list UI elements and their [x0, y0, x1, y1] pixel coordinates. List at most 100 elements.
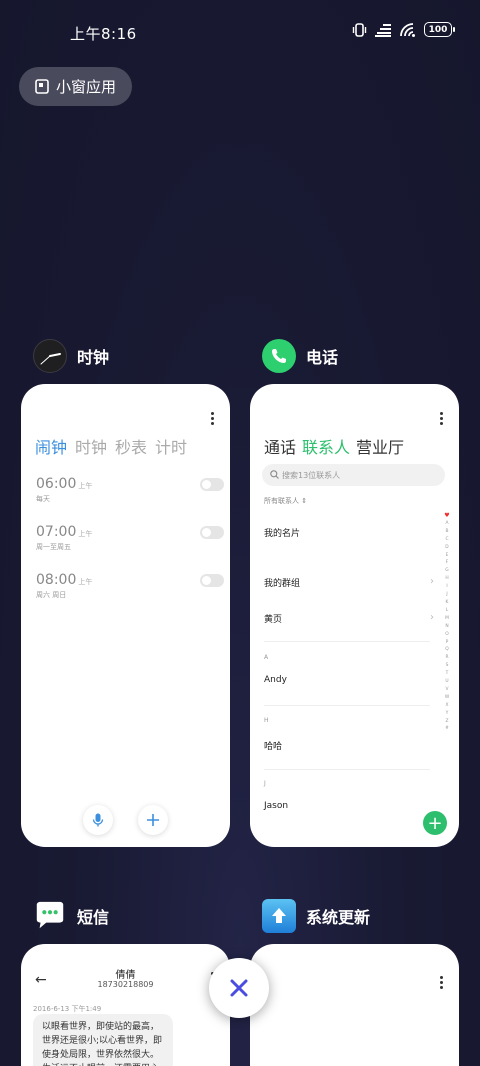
alarm-item[interactable]: 07:00 上午 周一至周五: [36, 521, 224, 557]
contact-item[interactable]: Jason: [264, 801, 430, 811]
alphabet-index[interactable]: ♥ A B C D E F G H I J K L M N O P Q R S T U V W X Y Z #: [443, 512, 451, 733]
my-groups-label: 我的群组: [264, 579, 301, 589]
alarm-toggle[interactable]: [200, 478, 224, 491]
sms-app-card[interactable]: ← 倩倩 18730218809 2016-6-13 下午1:49 以眼看世界，…: [21, 944, 230, 1066]
tab-alarm[interactable]: 闹钟: [35, 434, 67, 458]
plus-icon: [147, 814, 159, 826]
phone-app-name: 电话: [306, 348, 339, 367]
alarm-ampm: 上午: [78, 578, 93, 586]
alarm-item[interactable]: 08:00 上午 周六 周日: [36, 569, 224, 605]
alphabet-index-letter[interactable]: F: [446, 559, 449, 567]
float-window-label: 小窗应用: [56, 78, 117, 96]
alphabet-index-letter[interactable]: A: [445, 520, 448, 528]
window-icon: [35, 79, 49, 94]
alphabet-index-letter[interactable]: ♥: [444, 512, 449, 520]
clock-app-card[interactable]: 闹钟 时钟 秒表 计时 06:00 上午 每天 07:00 上午 周一至周五 08:…: [21, 384, 230, 847]
contact-name: Jason: [264, 801, 289, 811]
tab-contacts[interactable]: 联系人: [302, 434, 350, 458]
more-icon[interactable]: [440, 976, 443, 991]
clock-app-icon: [33, 339, 67, 373]
alphabet-index-letter[interactable]: R: [445, 654, 448, 662]
contact-item[interactable]: 哈哈: [264, 739, 430, 752]
add-alarm-button[interactable]: [138, 805, 168, 835]
more-icon[interactable]: [211, 412, 214, 427]
alphabet-index-letter[interactable]: V: [445, 686, 448, 694]
message-bubble: 以眼看世界，即使站的最高，世界还是很小;以心看世界，即使身处局限，世界依然很大。…: [33, 1014, 173, 1066]
alphabet-index-letter[interactable]: S: [446, 662, 449, 670]
tab-timer[interactable]: 计时: [155, 434, 187, 458]
sms-contact-name: 倩倩: [115, 970, 136, 981]
alphabet-index-letter[interactable]: C: [445, 536, 448, 544]
alphabet-index-letter[interactable]: Q: [445, 646, 448, 654]
alarm-days: 周六 周日: [36, 591, 67, 599]
float-window-button[interactable]: 小窗应用: [19, 67, 132, 106]
alphabet-index-letter[interactable]: P: [446, 639, 449, 647]
alphabet-index-letter[interactable]: #: [445, 725, 449, 733]
alphabet-index-letter[interactable]: E: [446, 552, 449, 560]
alphabet-index-letter[interactable]: W: [445, 694, 449, 702]
close-icon: [230, 979, 248, 997]
alphabet-index-letter[interactable]: N: [445, 623, 448, 631]
contact-item[interactable]: Andy: [264, 675, 430, 685]
microphone-icon: [92, 813, 104, 827]
alphabet-index-letter[interactable]: X: [445, 702, 448, 710]
alphabet-index-letter[interactable]: U: [445, 678, 448, 686]
clear-all-button[interactable]: [209, 958, 269, 1018]
alphabet-index-letter[interactable]: K: [446, 599, 449, 607]
my-groups-row[interactable]: 我的群组 ›: [264, 576, 434, 589]
alphabet-index-letter[interactable]: O: [445, 631, 448, 639]
update-app-icon: [262, 899, 296, 933]
alphabet-index-letter[interactable]: L: [446, 607, 448, 615]
tab-stopwatch[interactable]: 秒表: [115, 434, 147, 458]
alarm-toggle[interactable]: [200, 526, 224, 539]
search-placeholder: 搜索13位联系人: [282, 470, 341, 480]
update-app-card[interactable]: [250, 944, 459, 1066]
my-card-label: 我的名片: [264, 529, 301, 539]
wifi-icon: [400, 22, 415, 37]
update-app-header[interactable]: 系统更新: [262, 899, 370, 933]
yellow-pages-row[interactable]: 黄页 ›: [264, 612, 434, 625]
status-bar: 上午8:16 100: [0, 0, 480, 66]
tab-service-hall[interactable]: 营业厅: [356, 434, 404, 458]
clock-app-name: 时钟: [77, 348, 110, 367]
alphabet-index-letter[interactable]: G: [445, 567, 448, 575]
voice-alarm-button[interactable]: [83, 805, 113, 835]
status-time: 上午8:16: [70, 25, 137, 43]
alarm-days: 周一至周五: [36, 543, 71, 551]
add-contact-button[interactable]: +: [423, 811, 447, 835]
sms-app-header[interactable]: 短信: [33, 899, 109, 933]
alarm-toggle[interactable]: [200, 574, 224, 587]
update-app-name: 系统更新: [306, 908, 371, 927]
contact-search-input[interactable]: 搜索13位联系人: [262, 464, 445, 486]
alphabet-index-letter[interactable]: J: [446, 591, 447, 599]
status-icons: 100: [352, 22, 455, 37]
vibrate-icon: [352, 22, 367, 37]
alarm-ampm: 上午: [78, 530, 93, 538]
contact-filter[interactable]: 所有联系人 ⇕: [264, 496, 307, 506]
alphabet-index-letter[interactable]: I: [446, 583, 447, 591]
phone-tabs: 通话 联系人 营业厅: [264, 434, 404, 458]
more-icon[interactable]: [440, 412, 443, 427]
alphabet-index-letter[interactable]: H: [445, 575, 448, 583]
alphabet-index-letter[interactable]: D: [445, 544, 448, 552]
alarm-ampm: 上午: [78, 482, 93, 490]
alarm-item[interactable]: 06:00 上午 每天: [36, 473, 224, 509]
phone-app-header[interactable]: 电话: [262, 339, 338, 373]
alphabet-index-letter[interactable]: Y: [446, 710, 449, 718]
phone-app-card[interactable]: 通话 联系人 营业厅 搜索13位联系人 所有联系人 ⇕ 我的名片 我的群组 › …: [250, 384, 459, 847]
message-date: 2016-6-13 下午1:49: [33, 1005, 102, 1013]
section-letter: J: [264, 780, 266, 787]
alarm-days: 每天: [36, 495, 50, 503]
chevron-right-icon: ›: [430, 612, 434, 623]
alphabet-index-letter[interactable]: M: [445, 615, 449, 623]
alphabet-index-letter[interactable]: Z: [445, 718, 448, 726]
my-card-row[interactable]: 我的名片: [264, 526, 430, 539]
signal-icon: [375, 23, 391, 37]
contact-name: Andy: [264, 675, 287, 685]
tab-calls[interactable]: 通话: [264, 434, 296, 458]
chevron-right-icon: ›: [430, 576, 434, 587]
alphabet-index-letter[interactable]: T: [446, 670, 449, 678]
clock-app-header[interactable]: 时钟: [33, 339, 109, 373]
tab-clock[interactable]: 时钟: [75, 434, 107, 458]
alphabet-index-letter[interactable]: B: [445, 528, 448, 536]
